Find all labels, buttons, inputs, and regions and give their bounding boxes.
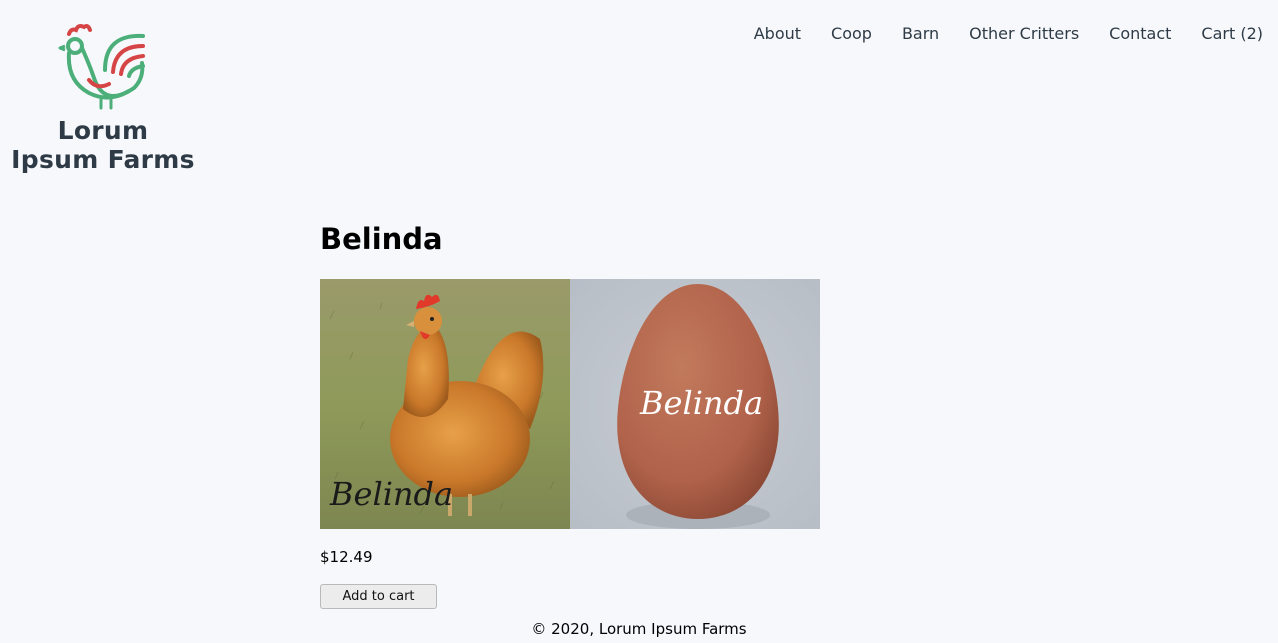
nav-about[interactable]: About — [754, 24, 801, 44]
product-price: $12.49 — [320, 548, 373, 566]
brand-name-line1: Lorum — [57, 116, 149, 145]
nav-cart[interactable]: Cart (2) — [1201, 24, 1263, 44]
rooster-icon — [58, 24, 145, 110]
hen-photo-caption: Belinda — [330, 475, 454, 513]
product-gallery: Belinda Belinda — [320, 279, 820, 529]
brand-name-line2: Ipsum Farms — [11, 145, 195, 174]
add-to-cart-button[interactable]: Add to cart — [320, 584, 437, 609]
product-title: Belinda — [320, 222, 443, 256]
nav-contact[interactable]: Contact — [1109, 24, 1171, 44]
main-nav: About Coop Barn Other Critters Contact C… — [724, 24, 1263, 44]
footer-copyright: © 2020, Lorum Ipsum Farms — [531, 620, 747, 638]
egg-photo-caption: Belinda — [640, 384, 764, 422]
egg-photo[interactable]: Belinda — [570, 279, 820, 529]
nav-other-critters[interactable]: Other Critters — [969, 24, 1079, 44]
nav-barn[interactable]: Barn — [902, 24, 939, 44]
nav-coop[interactable]: Coop — [831, 24, 872, 44]
site-logo[interactable]: Lorum Ipsum Farms — [8, 20, 198, 174]
hen-photo[interactable]: Belinda — [320, 279, 570, 529]
